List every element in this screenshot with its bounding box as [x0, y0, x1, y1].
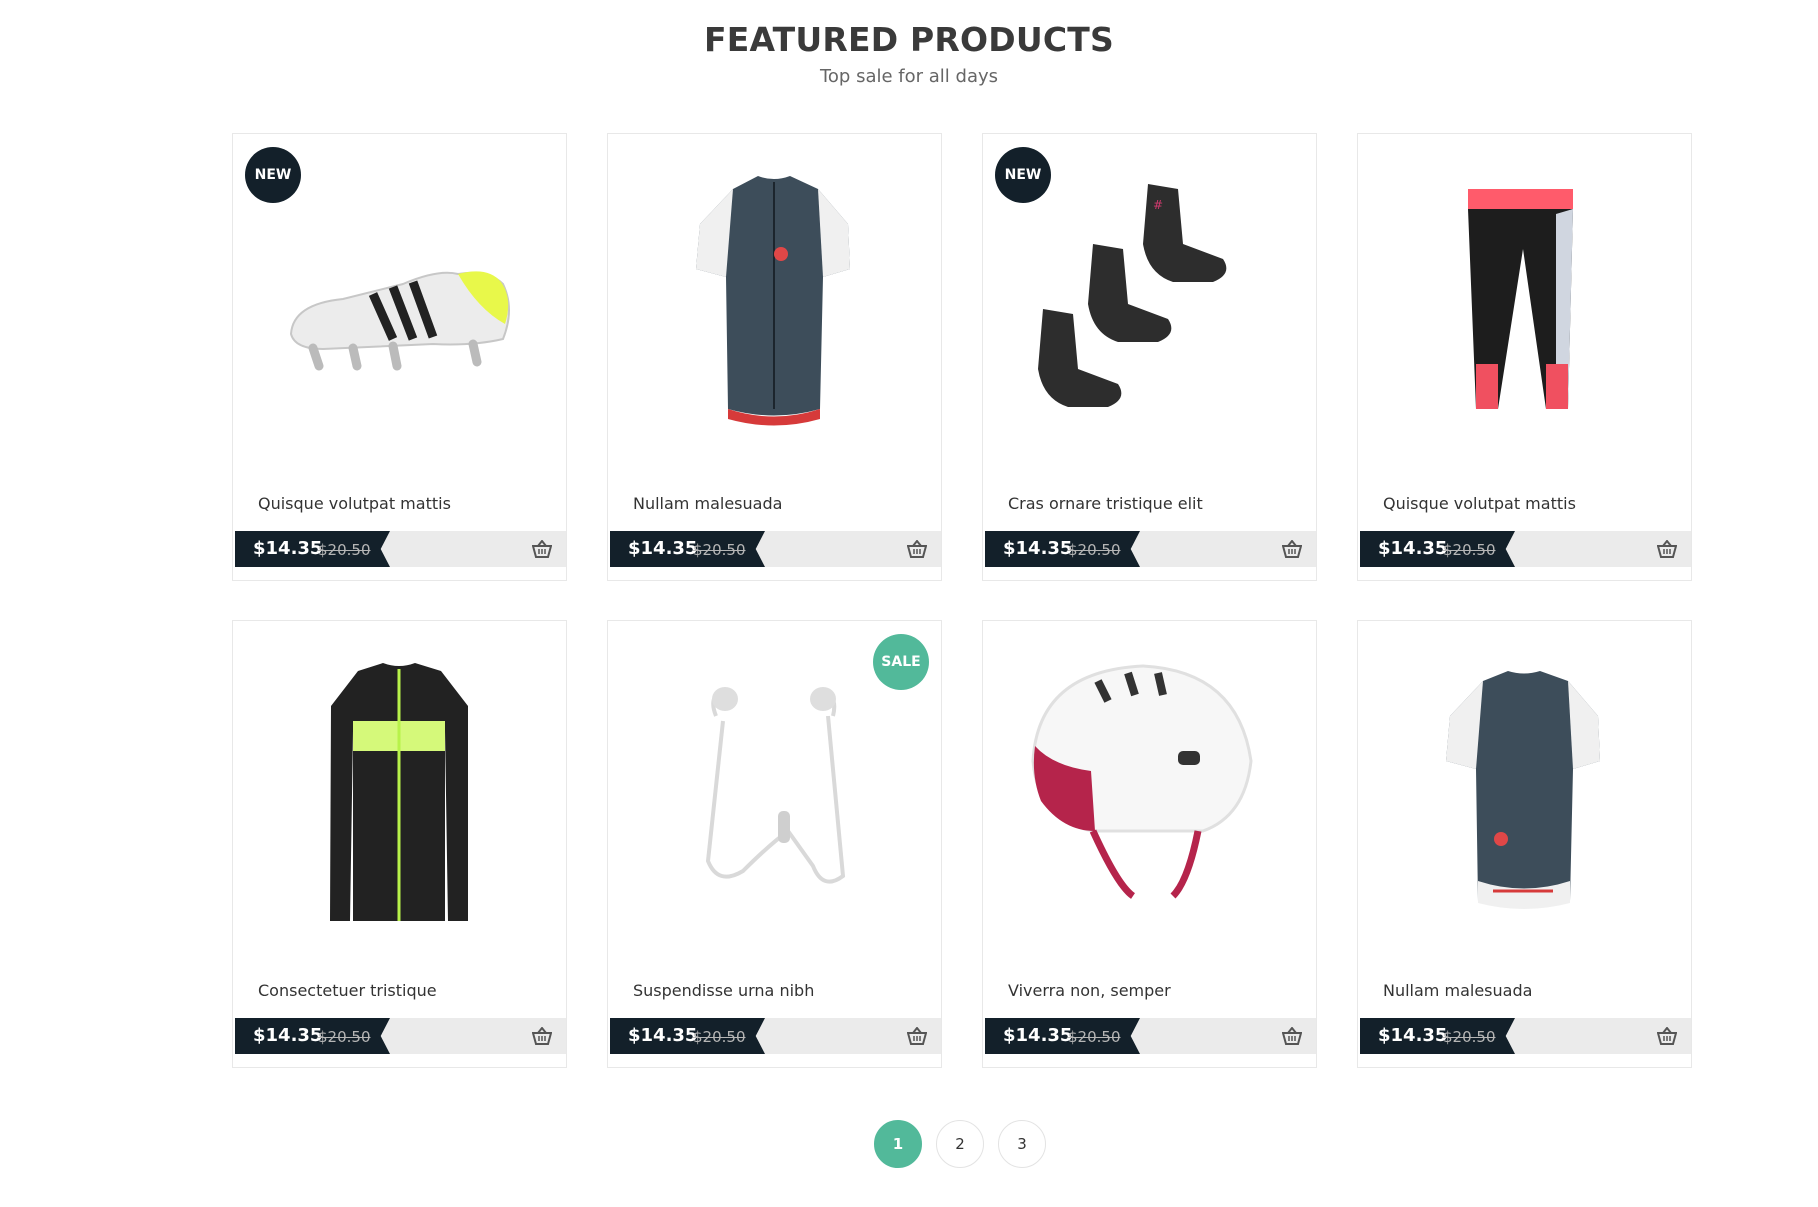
price-bar: $14.35 $20.50	[235, 1018, 566, 1054]
add-to-cart-button[interactable]	[1656, 539, 1678, 558]
basket-icon	[531, 539, 553, 558]
product-card[interactable]: SALE Suspendisse urna nibh $14.35 $20.50	[607, 620, 942, 1068]
price-tag: $14.35 $20.50	[1360, 1018, 1515, 1054]
product-card[interactable]: # NEW Cras ornare tristique elit $14.35 …	[982, 133, 1317, 581]
add-to-cart-button[interactable]	[1281, 1026, 1303, 1045]
price-bar: $14.35 $20.50	[610, 1018, 941, 1054]
current-price: $14.35	[1378, 538, 1448, 559]
current-price: $14.35	[253, 1025, 323, 1046]
current-price: $14.35	[1003, 1025, 1073, 1046]
price-tag: $14.35 $20.50	[985, 1018, 1140, 1054]
product-card[interactable]: NEW Quisque volutpat mattis $14.35 $20.5…	[232, 133, 567, 581]
product-name[interactable]: Suspendisse urna nibh	[633, 981, 814, 1000]
price-tag: $14.35 $20.50	[610, 1018, 765, 1054]
section-subtitle: Top sale for all days	[819, 66, 998, 87]
svg-text:#: #	[1153, 198, 1163, 212]
product-image-long-sleeve-jersey[interactable]	[233, 621, 566, 951]
basket-icon	[1656, 1026, 1678, 1045]
old-price: $20.50	[1443, 541, 1496, 559]
add-to-cart-button[interactable]	[906, 539, 928, 558]
product-name[interactable]: Nullam malesuada	[1383, 981, 1532, 1000]
old-price: $20.50	[1068, 1028, 1121, 1046]
product-card[interactable]: Quisque volutpat mattis $14.35 $20.50	[1357, 133, 1692, 581]
price-tag: $14.35 $20.50	[235, 1018, 390, 1054]
price-tag: $14.35 $20.50	[610, 531, 765, 567]
price-bar: $14.35 $20.50	[1360, 531, 1691, 567]
current-price: $14.35	[628, 1025, 698, 1046]
old-price: $20.50	[318, 1028, 371, 1046]
basket-icon	[1281, 539, 1303, 558]
basket-icon	[1656, 539, 1678, 558]
add-to-cart-button[interactable]	[531, 539, 553, 558]
current-price: $14.35	[1003, 538, 1073, 559]
page-button-2[interactable]: 2	[936, 1120, 984, 1168]
add-to-cart-button[interactable]	[1281, 539, 1303, 558]
old-price: $20.50	[318, 541, 371, 559]
product-image-cycling-jersey-front[interactable]	[608, 134, 941, 464]
product-name[interactable]: Viverra non, semper	[1008, 981, 1171, 1000]
add-to-cart-button[interactable]	[531, 1026, 553, 1045]
product-name[interactable]: Nullam malesuada	[633, 494, 782, 513]
old-price: $20.50	[693, 541, 746, 559]
product-name[interactable]: Quisque volutpat mattis	[258, 494, 451, 513]
price-tag: $14.35 $20.50	[985, 531, 1140, 567]
add-to-cart-button[interactable]	[906, 1026, 928, 1045]
sale-badge: SALE	[873, 634, 929, 690]
product-image-helmet[interactable]	[983, 621, 1316, 951]
price-bar: $14.35 $20.50	[985, 531, 1316, 567]
product-name[interactable]: Quisque volutpat mattis	[1383, 494, 1576, 513]
current-price: $14.35	[1378, 1025, 1448, 1046]
price-tag: $14.35 $20.50	[1360, 531, 1515, 567]
add-to-cart-button[interactable]	[1656, 1026, 1678, 1045]
product-name[interactable]: Consectetuer tristique	[258, 981, 437, 1000]
current-price: $14.35	[253, 538, 323, 559]
old-price: $20.50	[693, 1028, 746, 1046]
basket-icon	[531, 1026, 553, 1045]
price-bar: $14.35 $20.50	[235, 531, 566, 567]
new-badge: NEW	[995, 147, 1051, 203]
product-image-cycling-jersey-back[interactable]	[1358, 621, 1691, 951]
price-bar: $14.35 $20.50	[1360, 1018, 1691, 1054]
current-price: $14.35	[628, 538, 698, 559]
product-image-leggings[interactable]	[1358, 134, 1691, 464]
page-button-1[interactable]: 1	[874, 1120, 922, 1168]
product-card[interactable]: Nullam malesuada $14.35 $20.50	[1357, 620, 1692, 1068]
section-title: FEATURED PRODUCTS	[704, 20, 1114, 59]
price-tag: $14.35 $20.50	[235, 531, 390, 567]
product-card[interactable]: Nullam malesuada $14.35 $20.50	[607, 133, 942, 581]
basket-icon	[906, 539, 928, 558]
old-price: $20.50	[1068, 541, 1121, 559]
product-name[interactable]: Cras ornare tristique elit	[1008, 494, 1203, 513]
new-badge: NEW	[245, 147, 301, 203]
product-card[interactable]: Viverra non, semper $14.35 $20.50	[982, 620, 1317, 1068]
price-bar: $14.35 $20.50	[610, 531, 941, 567]
basket-icon	[906, 1026, 928, 1045]
page-button-3[interactable]: 3	[998, 1120, 1046, 1168]
basket-icon	[1281, 1026, 1303, 1045]
old-price: $20.50	[1443, 1028, 1496, 1046]
product-card[interactable]: Consectetuer tristique $14.35 $20.50	[232, 620, 567, 1068]
price-bar: $14.35 $20.50	[985, 1018, 1316, 1054]
